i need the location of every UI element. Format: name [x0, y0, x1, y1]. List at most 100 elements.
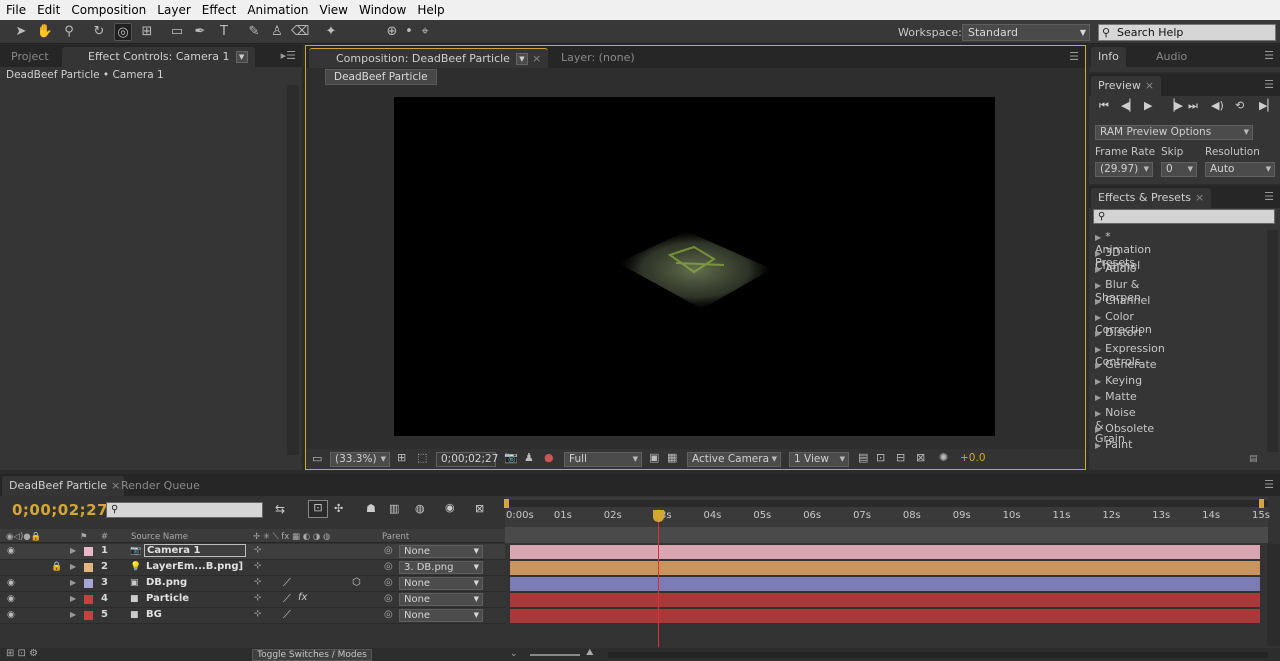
panel-menu-icon[interactable]: ☰	[1069, 50, 1079, 63]
pan-behind-tool-icon[interactable]: ⊞	[138, 23, 156, 41]
effects-list-item[interactable]: ▶ Audio	[1095, 262, 1136, 275]
layer-duration-bar[interactable]	[510, 609, 1260, 623]
quality-switch-icon[interactable]: ⟋	[283, 576, 291, 590]
3d-layer-icon[interactable]: ⬡	[352, 577, 361, 588]
label-color-swatch[interactable]	[84, 563, 93, 572]
workspace-select[interactable]: Standard ▼	[962, 24, 1090, 41]
live-update-icon[interactable]: ⊡	[308, 500, 328, 518]
draft-3d-icon[interactable]: ✣	[334, 502, 343, 515]
label-color-swatch[interactable]	[84, 579, 93, 588]
parent-pickwhip-icon[interactable]: ◎	[384, 577, 393, 588]
ram-preview-options-select[interactable]: RAM Preview Options ▼	[1095, 125, 1253, 140]
expand-triangle-icon[interactable]: ▶	[1095, 297, 1101, 306]
axis-mode-icon[interactable]: ⊕	[383, 23, 401, 41]
zoom-out-icon[interactable]: ⌄	[510, 649, 518, 659]
effects-list-item[interactable]: ▶ Keying	[1095, 374, 1142, 387]
layer-name[interactable]: DB.png	[146, 577, 187, 588]
effects-list-item[interactable]: ▶ Generate	[1095, 358, 1157, 371]
parent-select[interactable]: None ▼	[399, 609, 483, 622]
view-axis-icon[interactable]: ⌖	[416, 23, 434, 41]
menu-help[interactable]: Help	[411, 3, 449, 17]
chevron-down-icon[interactable]: ▼	[515, 53, 528, 65]
shy-switch-icon[interactable]: ⊹	[254, 577, 262, 587]
tab-composition[interactable]: Composition: DeadBeef Particle ▼ ×	[309, 48, 549, 68]
puppet-tool-icon[interactable]: ✦	[322, 23, 340, 41]
parent-select[interactable]: None ▼	[399, 593, 483, 606]
effects-list-item[interactable]: ▶ Obsolete	[1095, 422, 1154, 435]
loop-icon[interactable]: ⟲	[1235, 99, 1244, 112]
current-time-indicator[interactable]	[652, 510, 664, 522]
menu-composition[interactable]: Composition	[65, 3, 151, 17]
expand-triangle-icon[interactable]: ▶	[70, 562, 76, 571]
menu-animation[interactable]: Animation	[241, 3, 313, 17]
close-icon[interactable]: ×	[1195, 191, 1204, 204]
channel-icon[interactable]: ●	[544, 451, 554, 464]
layer-duration-bar[interactable]	[510, 561, 1260, 575]
brainstorm-icon[interactable]: ◉	[445, 501, 455, 514]
exposure-reset-icon[interactable]: ✺	[939, 451, 948, 464]
zoom-select[interactable]: (33.3%) ▼	[330, 452, 390, 467]
previous-frame-icon[interactable]: ◀▏	[1121, 99, 1138, 112]
expand-triangle-icon[interactable]: ▶	[70, 610, 76, 619]
orbit-camera-tool-icon[interactable]: ◎	[114, 23, 132, 41]
rectangle-tool-icon[interactable]: ▭	[168, 23, 186, 41]
tab-layer[interactable]: Layer: (none)	[554, 48, 642, 68]
comp-subtab[interactable]: DeadBeef Particle	[325, 69, 437, 85]
solo-switch[interactable]	[20, 610, 32, 622]
work-area-bar[interactable]	[505, 500, 1268, 507]
toggle-switches-modes-button[interactable]: Toggle Switches / Modes	[252, 649, 372, 661]
shy-switch-icon[interactable]: ⊹	[254, 609, 262, 619]
eye-icon[interactable]: ◉	[7, 578, 15, 588]
layer-name[interactable]: Camera 1	[144, 544, 246, 557]
pen-tool-icon[interactable]: ✒	[191, 23, 209, 41]
parent-select[interactable]: None ▼	[399, 545, 483, 558]
new-folder-icon[interactable]: ▤	[1249, 454, 1258, 464]
selection-tool-icon[interactable]: ➤	[12, 23, 30, 41]
menu-view[interactable]: View	[314, 3, 353, 17]
layer-duration-bar[interactable]	[510, 577, 1260, 591]
parent-select[interactable]: None ▼	[399, 577, 483, 590]
flowchart-icon[interactable]: ⊠	[916, 451, 925, 464]
show-snapshot-icon[interactable]: ♟	[524, 451, 534, 464]
timeline-zoom-slider[interactable]	[530, 654, 580, 656]
zoom-tool-icon[interactable]: ⚲	[60, 23, 78, 41]
mask-visibility-icon[interactable]: ⬚	[417, 451, 427, 464]
source-name-column-header[interactable]: Source Name	[131, 532, 188, 542]
resolution-select[interactable]: Auto ▼	[1205, 162, 1275, 177]
parent-pickwhip-icon[interactable]: ◎	[384, 593, 393, 604]
menu-layer[interactable]: Layer	[151, 3, 195, 17]
graph-editor-icon[interactable]: ⊠	[475, 502, 484, 515]
menu-effect[interactable]: Effect	[196, 3, 242, 17]
layer-duration-bar[interactable]	[510, 593, 1260, 607]
parent-pickwhip-icon[interactable]: ◎	[384, 561, 393, 572]
menu-file[interactable]: File	[0, 3, 31, 17]
expand-triangle-icon[interactable]: ▶	[1095, 265, 1101, 274]
tab-preview[interactable]: Preview ×	[1091, 76, 1162, 96]
camera-view-select[interactable]: Active Camera ▼	[687, 452, 781, 467]
menu-edit[interactable]: Edit	[31, 3, 65, 17]
tab-effect-controls[interactable]: Effect Controls: Camera 1 ▼	[62, 47, 255, 67]
solo-switch[interactable]	[20, 562, 32, 574]
comp-viewer[interactable]	[394, 97, 995, 436]
frame-blending-icon[interactable]: ▥	[389, 502, 399, 515]
search-help-input[interactable]: ⚲ Search Help	[1098, 24, 1276, 41]
eye-icon[interactable]: ◉	[7, 594, 15, 604]
first-frame-icon[interactable]: ⏮	[1099, 99, 1109, 113]
type-tool-icon[interactable]: T	[215, 23, 233, 41]
tab-audio[interactable]: Audio	[1149, 47, 1194, 67]
expand-triangle-icon[interactable]: ▶	[1095, 249, 1101, 258]
expand-triangle-icon[interactable]: ▶	[1095, 377, 1101, 386]
panel-menu-icon[interactable]: ☰	[1264, 49, 1274, 62]
timeline-scrollbar[interactable]	[1267, 544, 1280, 646]
panel-menu-icon[interactable]: ▸☰	[281, 49, 296, 62]
clone-stamp-tool-icon[interactable]: ♙	[268, 23, 286, 41]
fx-switch-icon[interactable]: fx	[298, 592, 307, 603]
expand-triangle-icon[interactable]: ▶	[1095, 281, 1101, 290]
work-area-start-handle[interactable]	[504, 499, 509, 508]
skip-select[interactable]: 0 ▼	[1161, 162, 1197, 177]
shy-icon[interactable]: ☗	[366, 502, 376, 515]
snapshot-icon[interactable]: 📷	[504, 451, 518, 464]
last-frame-icon[interactable]: ⏭	[1188, 99, 1198, 113]
next-frame-icon[interactable]: ▕▶	[1166, 99, 1183, 112]
effects-search-input[interactable]: ⚲	[1093, 209, 1275, 224]
